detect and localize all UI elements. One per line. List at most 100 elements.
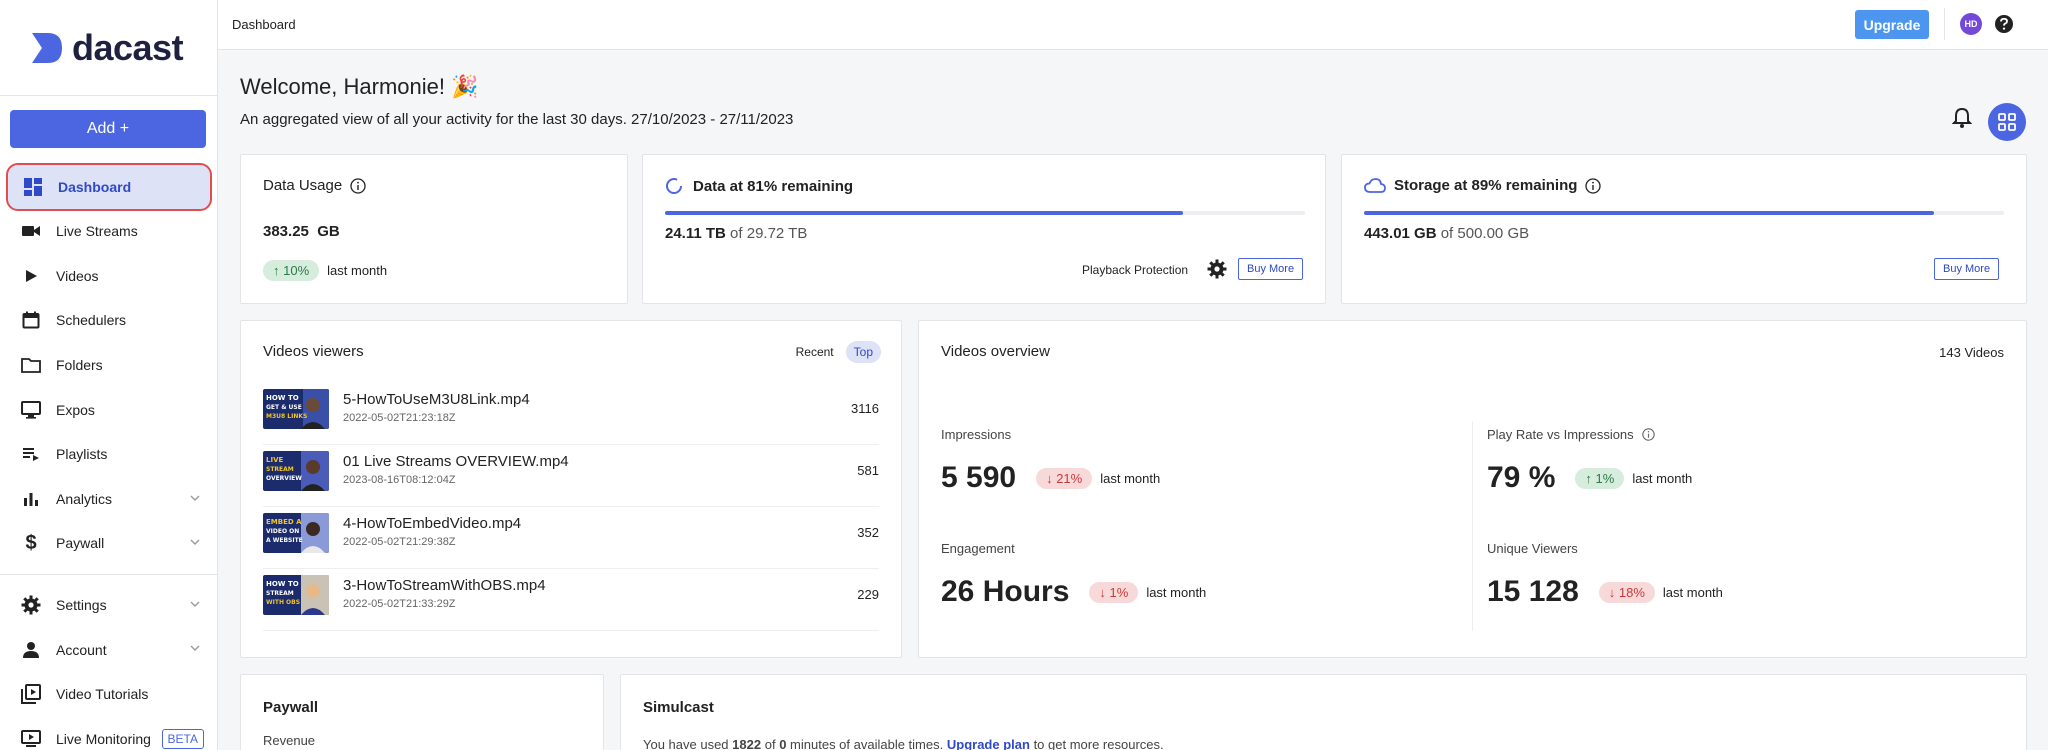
sidebar-item-label: Playlists: [56, 446, 108, 463]
unique-viewers-metric: 15 128 ↓ 18% last month: [1487, 575, 1723, 609]
video-date: 2023-08-16T08:12:04Z: [343, 474, 456, 486]
change-badge: ↓ 18%: [1598, 581, 1655, 603]
card-title: Paywall: [263, 699, 319, 716]
card-title: Videos viewers: [263, 343, 364, 360]
data-remaining-card: Data at 81% remaining 24.11 TB of 29.72 …: [642, 154, 1326, 304]
sidebar-item-schedulers[interactable]: Schedulers: [0, 298, 218, 343]
sidebar-item-playlists[interactable]: Playlists: [0, 432, 218, 477]
change-value: 10%: [283, 263, 310, 278]
video-date: 2022-05-02T21:33:29Z: [343, 598, 456, 610]
page-title: Welcome, Harmonie! 🎉: [240, 74, 479, 99]
chevron-down-icon[interactable]: [190, 599, 200, 609]
impressions-metric: 5 590 ↓ 21% last month: [941, 461, 1160, 495]
topbar: Dashboard Upgrade HD: [218, 0, 2048, 50]
layout-grid-button[interactable]: [1988, 103, 2026, 141]
upgrade-button[interactable]: Upgrade: [1855, 10, 1929, 39]
topbar-divider: [1944, 8, 1945, 40]
folder-icon: [20, 354, 42, 376]
card-title-text: Storage at 89% remaining: [1394, 177, 1578, 194]
video-thumbnail: HOW TO GET & USE M3U8 LINKS: [263, 389, 329, 429]
info-icon[interactable]: [1641, 428, 1655, 441]
avatar[interactable]: HD: [1960, 13, 1982, 35]
sidebar: dacast Add + Dashboard Live Streams Vide…: [0, 0, 218, 750]
videos-count: 143 Videos: [1939, 345, 2004, 360]
sidebar-item-video-tutorials[interactable]: Video Tutorials: [0, 672, 218, 717]
video-date: 2022-05-02T21:23:18Z: [343, 412, 456, 424]
impressions-label: Impressions: [941, 427, 1012, 442]
sidebar-item-live-monitoring[interactable]: Live Monitoring BETA: [0, 717, 218, 750]
list-item[interactable]: EMBED A VIDEO ON A WEBSITE 4-HowToEmbedV…: [263, 507, 879, 569]
sidebar-item-analytics[interactable]: Analytics: [0, 477, 218, 522]
calendar-icon: [20, 309, 42, 331]
help-icon[interactable]: [1994, 14, 2014, 34]
info-icon[interactable]: [1585, 177, 1602, 194]
tab-top[interactable]: Top: [845, 341, 881, 363]
chevron-down-icon[interactable]: [190, 493, 200, 503]
sidebar-item-videos[interactable]: Videos: [0, 254, 218, 299]
video-library-icon: [20, 683, 42, 705]
list-item[interactable]: HOW TO STREAM WITH OBS 3-HowToStreamWith…: [263, 569, 879, 631]
engagement-metric: 26 Hours ↓ 1% last month: [941, 575, 1206, 609]
storage-progress-fill: [1364, 211, 1934, 215]
buy-more-storage-button[interactable]: Buy More: [1934, 258, 2000, 280]
total-amount: of 500.00 GB: [1440, 225, 1530, 242]
change-value: 1%: [1109, 584, 1129, 600]
thumb-line: STREAM: [266, 466, 294, 473]
play-rate-value: 79 %: [1487, 461, 1556, 494]
video-name: 3-HowToStreamWithOBS.mp4: [343, 577, 546, 594]
thumb-line: EMBED A: [266, 518, 302, 526]
buy-more-data-button[interactable]: Buy More: [1238, 258, 1304, 280]
list-item[interactable]: LIVE STREAM OVERVIEW 01 Live Streams OVE…: [263, 445, 879, 507]
engagement-label: Engagement: [941, 541, 1015, 556]
thumb-line: GET & USE: [266, 404, 302, 411]
sidebar-item-expos[interactable]: Expos: [0, 387, 218, 432]
view-count: 3116: [851, 401, 879, 416]
sidebar-item-folders[interactable]: Folders: [0, 343, 218, 388]
play-rate-label: Play Rate vs Impressions: [1487, 427, 1655, 442]
add-button[interactable]: Add +: [10, 110, 206, 148]
chevron-down-icon[interactable]: [190, 643, 200, 653]
change-label: last month: [1100, 470, 1161, 486]
thumb-line: WITH OBS: [266, 599, 300, 606]
list-item[interactable]: HOW TO GET & USE M3U8 LINKS 5-HowToUseM3…: [263, 383, 879, 445]
change-value: 18%: [1618, 584, 1645, 600]
sidebar-item-account[interactable]: Account: [0, 627, 218, 672]
thumb-line: STREAM: [266, 590, 294, 597]
playlist-icon: [20, 443, 42, 465]
thumb-line: HOW TO: [266, 580, 299, 588]
card-title: Simulcast: [643, 699, 714, 716]
sidebar-item-live-streams[interactable]: Live Streams: [0, 209, 218, 254]
sidebar-nav: Dashboard Live Streams Videos Schedulers…: [0, 163, 218, 750]
card-title: Videos overview: [941, 343, 1050, 360]
video-name: 5-HowToUseM3U8Link.mp4: [343, 391, 530, 408]
sidebar-item-label: Schedulers: [56, 312, 127, 329]
upgrade-plan-link[interactable]: Upgrade plan: [947, 737, 1030, 750]
info-icon[interactable]: [350, 177, 366, 194]
used-amount: 24.11 TB: [665, 225, 726, 242]
data-usage-card: Data Usage 383.25 GB ↑ 10% last month: [240, 154, 628, 304]
chevron-down-icon[interactable]: [190, 537, 200, 547]
sidebar-item-dashboard[interactable]: Dashboard: [6, 163, 212, 211]
gear-icon[interactable]: [1207, 259, 1227, 279]
video-name: 01 Live Streams OVERVIEW.mp4: [343, 453, 569, 470]
sidebar-item-label: Folders: [56, 357, 103, 374]
used-minutes: 1822: [732, 737, 762, 750]
simulcast-usage-text: You have used 1822 of 0 minutes of avail…: [643, 737, 1164, 750]
logo[interactable]: dacast: [0, 0, 217, 96]
card-title: Storage at 89% remaining: [1364, 177, 1602, 194]
tab-recent[interactable]: Recent: [788, 341, 842, 363]
sidebar-item-paywall[interactable]: $ Paywall: [0, 521, 218, 566]
play-rate-label-text: Play Rate vs Impressions: [1487, 427, 1634, 442]
unique-viewers-value: 15 128: [1487, 575, 1579, 608]
dacast-logo-icon: [32, 32, 62, 63]
sidebar-item-settings[interactable]: Settings: [0, 583, 218, 628]
revenue-label: Revenue: [263, 733, 316, 748]
change-label: last month: [1662, 584, 1723, 600]
bar-chart-icon: [20, 488, 42, 510]
bell-icon[interactable]: [1952, 107, 1972, 129]
column-divider: [1472, 421, 1473, 631]
breadcrumb: Dashboard: [232, 17, 296, 32]
sidebar-item-label: Account: [56, 641, 107, 658]
loading-ring-icon: [666, 178, 682, 194]
change-badge: ↓ 1%: [1089, 581, 1139, 603]
